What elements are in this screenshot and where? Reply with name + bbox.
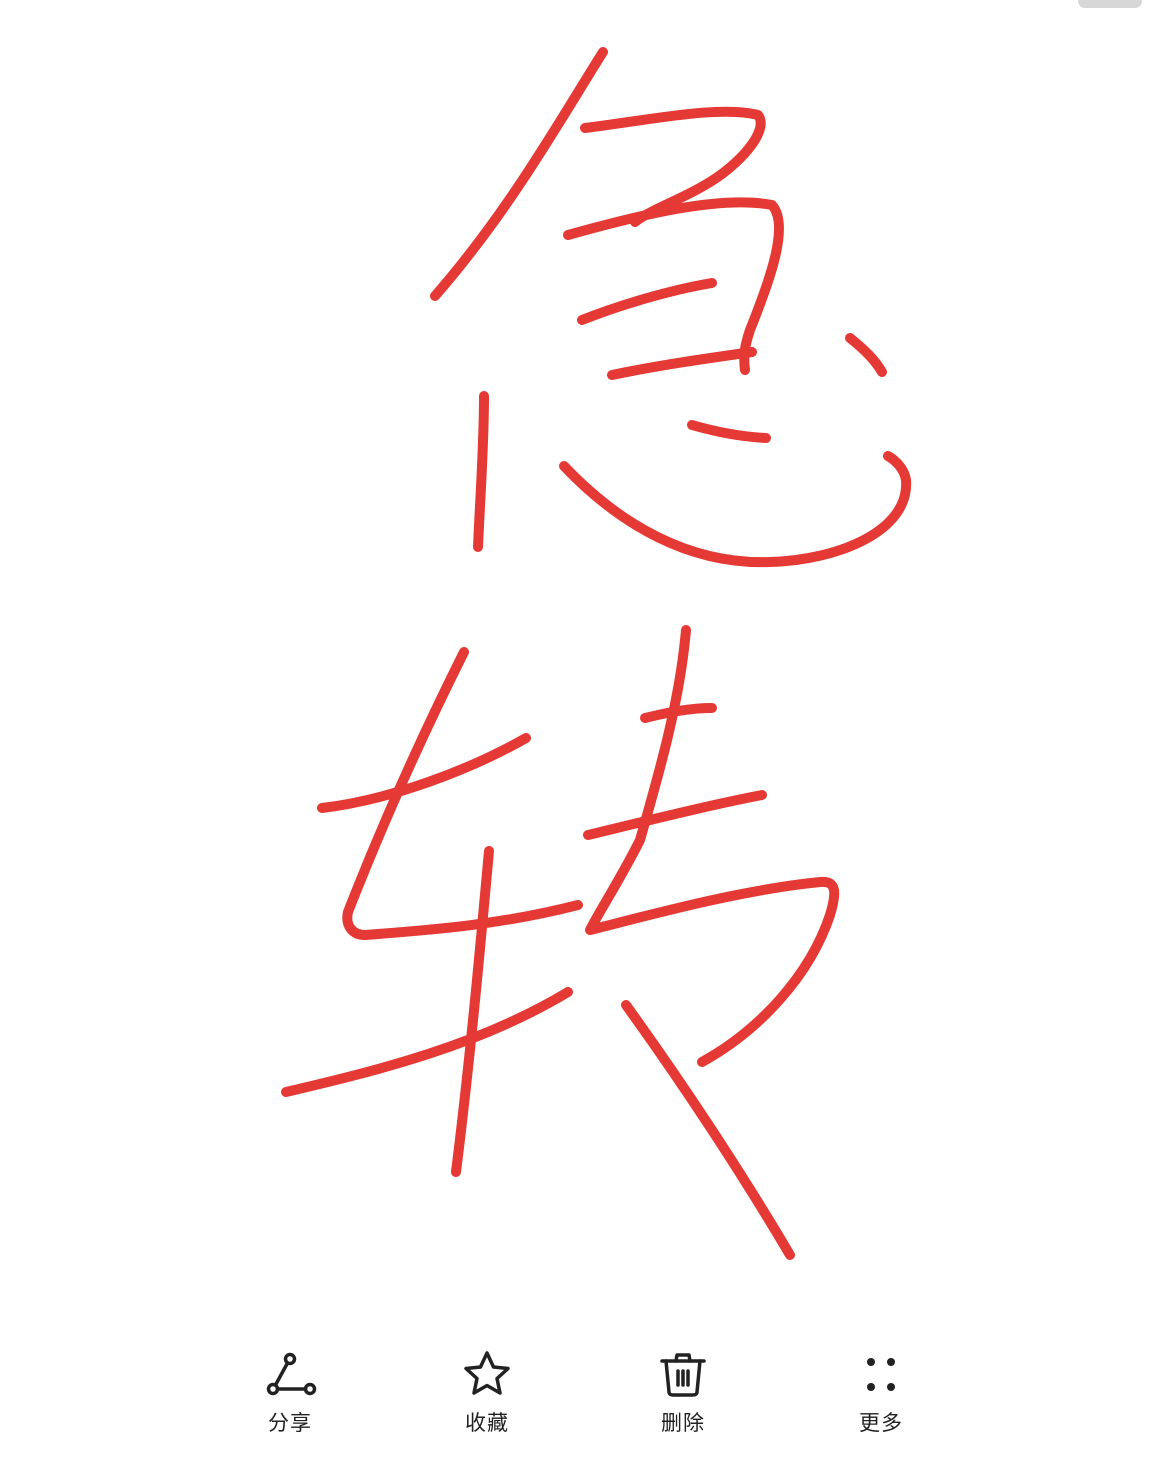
share-button[interactable]: 分享 bbox=[230, 1345, 350, 1437]
favorite-label: 收藏 bbox=[465, 1411, 509, 1435]
handwritten-character-ji bbox=[430, 47, 608, 301]
more-label: 更多 bbox=[859, 1411, 903, 1435]
bottom-toolbar: 分享 收藏 删除 更多 bbox=[0, 1335, 1170, 1455]
handwriting-canvas bbox=[0, 0, 1170, 1320]
trash-icon bbox=[660, 1353, 706, 1397]
delete-label: 删除 bbox=[661, 1411, 705, 1435]
favorite-button[interactable]: 收藏 bbox=[427, 1345, 547, 1437]
star-icon bbox=[464, 1351, 510, 1395]
share-icon bbox=[266, 1352, 317, 1396]
delete-button[interactable]: 删除 bbox=[623, 1345, 743, 1437]
more-dots-icon bbox=[867, 1358, 895, 1391]
share-label: 分享 bbox=[268, 1411, 312, 1435]
more-button[interactable]: 更多 bbox=[821, 1345, 941, 1437]
handwriting-strokes bbox=[281, 47, 912, 1260]
